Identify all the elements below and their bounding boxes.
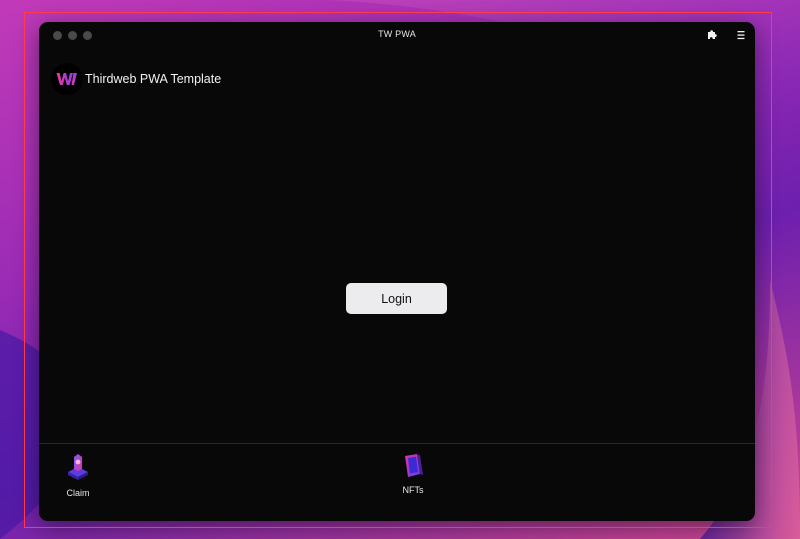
hamburger-menu-icon[interactable]: [736, 29, 746, 41]
thirdweb-logo-icon: [51, 63, 83, 95]
nav-item-nfts[interactable]: NFTs: [383, 452, 443, 495]
claim-icon: [68, 454, 88, 480]
bottom-navigation: Claim NFTs: [39, 443, 755, 521]
app-header: Thirdweb PWA Template: [51, 62, 221, 96]
nav-item-claim[interactable]: Claim: [48, 452, 108, 498]
puzzle-icon[interactable]: [706, 29, 718, 41]
nav-label-claim: Claim: [66, 488, 90, 498]
nfts-icon: [405, 454, 423, 477]
app-window: TW PWA Thirdweb PWA Template Login Claim…: [39, 22, 755, 521]
nav-label-nfts: NFTs: [402, 485, 424, 495]
window-title: TW PWA: [378, 29, 416, 39]
login-button[interactable]: Login: [346, 283, 447, 314]
title-bar: TW PWA: [39, 22, 755, 48]
app-title: Thirdweb PWA Template: [85, 72, 222, 86]
